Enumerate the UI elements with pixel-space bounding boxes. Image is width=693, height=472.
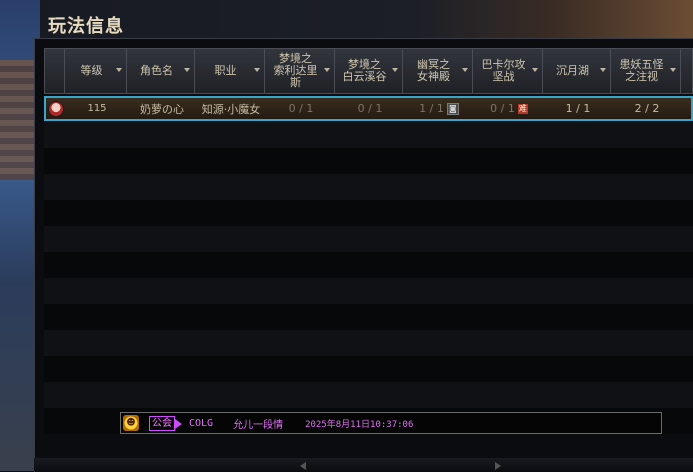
cell-five-monsters: 2 / 2 bbox=[634, 102, 660, 115]
cell-character-name: 奶萝の心 bbox=[140, 102, 184, 116]
empty-row bbox=[44, 252, 693, 278]
character-avatar-icon bbox=[48, 100, 64, 117]
column-header-label: 梦境之 白云溪谷 bbox=[342, 58, 387, 83]
column-header-label: 梦境之 索利达里 斯 bbox=[273, 52, 318, 89]
hard-mode-badge-icon: 难 bbox=[517, 103, 528, 114]
next-page-icon[interactable] bbox=[495, 462, 501, 470]
sort-arrow-icon[interactable] bbox=[184, 68, 190, 72]
chat-body: 允儿一段情 bbox=[233, 419, 284, 431]
sort-arrow-icon[interactable] bbox=[324, 68, 330, 72]
column-header-label: 等级 bbox=[80, 64, 103, 77]
cell-level: 115 bbox=[87, 103, 107, 114]
header-spacer bbox=[45, 49, 65, 93]
column-header[interactable]: 患妖五怪 之注视 bbox=[611, 49, 681, 93]
column-header[interactable]: 沉月湖 bbox=[543, 49, 611, 93]
column-header-label: 角色名 bbox=[140, 64, 173, 77]
sort-arrow-icon[interactable] bbox=[392, 68, 398, 72]
prev-page-icon[interactable] bbox=[300, 462, 306, 470]
column-header[interactable]: 梦境之 索利达里 斯 bbox=[265, 49, 335, 93]
column-header-label: 职业 bbox=[214, 64, 237, 77]
empty-row bbox=[44, 304, 693, 330]
empty-row bbox=[44, 382, 693, 408]
chat-message[interactable]: ☻ 公会 COLG 允儿一段情 2025年8月11日10:37:06 bbox=[120, 412, 662, 434]
cell-bakal: 0 / 1 难 bbox=[474, 98, 544, 119]
column-header[interactable]: 职业 bbox=[195, 49, 265, 93]
sort-arrow-icon[interactable] bbox=[670, 68, 676, 72]
cell-baiyun: 0 / 1 bbox=[357, 102, 383, 115]
cell-job: 知源·小魔女 bbox=[201, 102, 261, 116]
empty-row bbox=[44, 122, 693, 148]
column-header[interactable]: 梦境之 白云溪谷 bbox=[335, 49, 403, 93]
window-title: 玩法信息 bbox=[48, 16, 124, 37]
smiley-icon: ☻ bbox=[123, 415, 139, 431]
empty-row bbox=[44, 174, 693, 200]
table-row[interactable]: 115 奶萝の心 知源·小魔女 0 / 1 0 / 1 1 / 1 ◙ 0 / … bbox=[44, 96, 693, 121]
cell-moonlake: 1 / 1 bbox=[565, 102, 591, 115]
sort-arrow-icon[interactable] bbox=[116, 68, 122, 72]
column-header[interactable]: 角色名 bbox=[127, 49, 195, 93]
sort-arrow-icon[interactable] bbox=[600, 68, 606, 72]
column-header-label: 巴卡尔攻 坚战 bbox=[481, 58, 526, 83]
empty-row bbox=[44, 148, 693, 174]
column-header[interactable]: 等级 bbox=[65, 49, 127, 93]
bottom-bar bbox=[34, 458, 693, 471]
cell-goddess: 1 / 1 ◙ bbox=[404, 98, 474, 119]
column-header-label: 幽冥之 女神殿 bbox=[417, 58, 450, 83]
empty-row bbox=[44, 226, 693, 252]
column-header[interactable]: 幽冥之 女神殿 bbox=[403, 49, 473, 93]
chat-sender[interactable]: COLG bbox=[189, 418, 213, 429]
empty-row bbox=[44, 278, 693, 304]
bakal-count: 0 / 1 bbox=[490, 102, 515, 115]
goddess-badge-icon: ◙ bbox=[446, 102, 459, 115]
empty-row bbox=[44, 200, 693, 226]
sort-arrow-icon[interactable] bbox=[532, 68, 538, 72]
empty-row bbox=[44, 330, 693, 356]
chat-timestamp: 2025年8月11日10:37:06 bbox=[305, 419, 414, 430]
column-header[interactable]: 巴卡尔攻 坚战 bbox=[473, 49, 543, 93]
cell-soridaris: 0 / 1 bbox=[288, 102, 314, 115]
sort-arrow-icon[interactable] bbox=[462, 68, 468, 72]
sort-arrow-icon[interactable] bbox=[254, 68, 260, 72]
goddess-count: 1 / 1 bbox=[419, 102, 444, 115]
avatar-cell bbox=[46, 98, 66, 119]
column-header-label: 患妖五怪 之注视 bbox=[619, 58, 664, 83]
column-header-label: 沉月湖 bbox=[556, 64, 589, 77]
empty-row bbox=[44, 356, 693, 382]
table-header: 等级 角色名 职业 梦境之 索利达里 斯梦境之 白云溪谷 幽冥之 女神殿 巴卡尔攻 坚战 沉… bbox=[44, 48, 693, 94]
guild-channel-tag: 公会 bbox=[149, 415, 182, 431]
